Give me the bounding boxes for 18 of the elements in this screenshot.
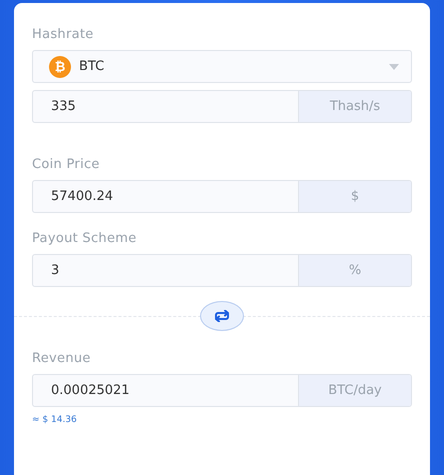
field-label: Revenue xyxy=(32,351,91,366)
unit-label: Thash/s xyxy=(298,91,411,122)
price-field[interactable]: 57400.24 $ xyxy=(32,180,412,213)
usd-estimate: ≈ $ 14.36 xyxy=(32,415,77,425)
unit-label: $ xyxy=(298,181,411,212)
unit-label: % xyxy=(298,255,411,286)
unit-label: BTC/day xyxy=(298,375,411,406)
revenue-field[interactable]: 0.00025021 BTC/day xyxy=(32,374,412,407)
payout-field[interactable]: 3 % xyxy=(32,254,412,287)
refresh-icon xyxy=(213,310,231,322)
field-label: Payout Scheme xyxy=(32,231,137,246)
hashrate-field[interactable]: 335 Thash/s xyxy=(32,90,412,123)
field-label: Hashrate xyxy=(32,27,94,42)
coin-icon: ₿ xyxy=(49,56,71,78)
field-label: Coin Price xyxy=(32,157,100,172)
swap-button[interactable] xyxy=(200,301,244,331)
caret-icon xyxy=(389,64,399,70)
coin-select[interactable]: ₿ BTC xyxy=(32,50,412,83)
